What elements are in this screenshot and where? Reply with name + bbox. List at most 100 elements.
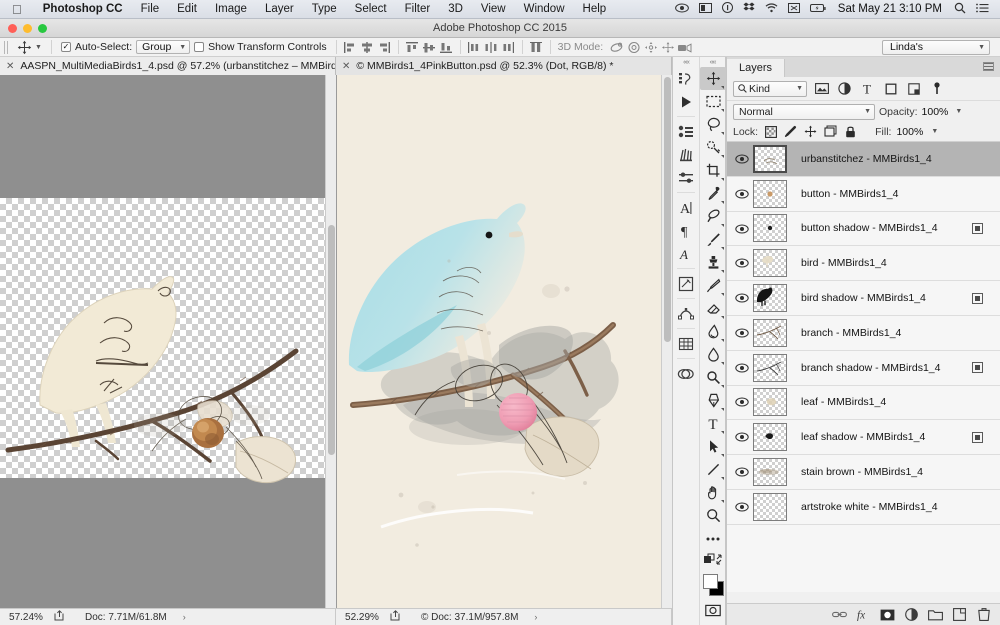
layer-row[interactable]: artstroke white - MMBirds1_4 <box>727 490 1000 525</box>
layer-thumbnail[interactable] <box>753 423 787 452</box>
layer-row[interactable]: urbanstitchez - MMBirds1_4 <box>727 142 1000 177</box>
options-bar-grip[interactable] <box>4 40 10 54</box>
layer-name[interactable]: button shadow - MMBirds1_4 <box>801 222 938 234</box>
layer-name[interactable]: button - MMBirds1_4 <box>801 188 898 200</box>
tool-more-triangle[interactable] <box>721 132 724 135</box>
menu-3d[interactable]: 3D <box>439 0 472 19</box>
layer-visibility-icon[interactable] <box>731 246 753 280</box>
screen-icon[interactable] <box>783 2 805 16</box>
right-canvas-vertical-scrollbar[interactable] <box>661 75 672 608</box>
tool-more-triangle[interactable] <box>721 178 724 181</box>
layer-row[interactable]: bird shadow - MMBirds1_4 <box>727 281 1000 316</box>
layer-list[interactable]: urbanstitchez - MMBirds1_4 button - MMBi… <box>727 142 1000 592</box>
list-menu-icon[interactable] <box>971 3 994 16</box>
chevron-right-icon[interactable]: › <box>183 612 186 622</box>
glyphs-panel-icon[interactable]: A <box>673 242 699 265</box>
layer-thumbnail[interactable] <box>753 388 787 417</box>
tool-more-triangle[interactable] <box>721 339 724 342</box>
tool-more-triangle[interactable] <box>721 270 724 273</box>
tab-layers[interactable]: Layers <box>727 59 786 77</box>
lock-position-icon[interactable] <box>803 124 818 139</box>
delete-layer-icon[interactable] <box>976 607 991 622</box>
tool-more-triangle[interactable] <box>721 385 724 388</box>
layer-row[interactable]: leaf shadow - MMBirds1_4 <box>727 420 1000 456</box>
adjustment-layer-filter-icon[interactable] <box>836 81 853 97</box>
lock-transparent-pixels-icon[interactable] <box>763 124 778 139</box>
layer-row[interactable]: leaf - MMBirds1_4 <box>727 386 1000 421</box>
layer-row[interactable]: stain brown - MMBirds1_4 <box>727 455 1000 490</box>
show-transform-controls-group[interactable]: Show Transform Controls <box>190 41 330 53</box>
layer-thumbnail[interactable] <box>753 492 787 521</box>
share-icon[interactable] <box>54 610 65 624</box>
edit-toolbar-ellipsis-icon[interactable] <box>700 527 726 550</box>
grid-panel-icon[interactable] <box>673 332 699 355</box>
layer-thumbnail[interactable] <box>753 284 787 313</box>
color-swatches[interactable] <box>700 571 726 599</box>
layer-visibility-icon[interactable] <box>731 490 753 524</box>
right-canvas[interactable] <box>336 75 672 608</box>
workspace-select[interactable]: Linda's ▼ <box>882 39 990 55</box>
align-vertical-centers-icon[interactable] <box>421 39 438 55</box>
menu-view[interactable]: View <box>472 0 515 19</box>
distribute-left-icon[interactable] <box>466 39 483 55</box>
dropbox-icon[interactable] <box>738 2 760 16</box>
left-canvas[interactable] <box>0 75 336 608</box>
actions-panel-icon[interactable] <box>673 272 699 295</box>
crop-tool-icon[interactable] <box>700 159 726 182</box>
layer-name[interactable]: stain brown - MMBirds1_4 <box>801 466 923 478</box>
layer-visibility-icon[interactable] <box>731 281 753 315</box>
tool-more-triangle[interactable] <box>721 155 724 158</box>
menu-edit[interactable]: Edit <box>168 0 206 19</box>
layer-thumbnail[interactable] <box>753 179 787 208</box>
brush-tool-icon[interactable] <box>700 228 726 251</box>
menu-layer[interactable]: Layer <box>256 0 303 19</box>
align-top-edges-icon[interactable] <box>404 39 421 55</box>
align-left-edges-icon[interactable] <box>342 39 359 55</box>
layer-name[interactable]: leaf - MMBirds1_4 <box>801 396 886 408</box>
apple-logo-icon[interactable]:  <box>12 3 22 16</box>
zoom-3d-camera-icon[interactable] <box>676 39 693 55</box>
add-layer-mask-icon[interactable] <box>880 607 895 622</box>
menu-file[interactable]: File <box>132 0 169 19</box>
battery-charging-icon[interactable] <box>805 3 831 16</box>
tool-more-triangle[interactable] <box>721 316 724 319</box>
lock-image-pixels-icon[interactable] <box>783 124 798 139</box>
hand-tool-icon[interactable] <box>700 481 726 504</box>
align-bottom-edges-icon[interactable] <box>438 39 455 55</box>
chevron-down-icon[interactable]: ▼ <box>35 44 42 51</box>
type-layer-filter-icon[interactable]: T <box>859 81 876 97</box>
tool-more-triangle[interactable] <box>721 86 724 89</box>
zoom-tool-icon[interactable] <box>700 504 726 527</box>
eraser-tool-icon[interactable] <box>700 297 726 320</box>
info-circle-icon[interactable] <box>717 2 738 16</box>
layer-thumbnail[interactable] <box>753 144 787 173</box>
menu-photoshop-cc[interactable]: Photoshop CC <box>34 0 132 19</box>
display-icon[interactable] <box>694 2 717 16</box>
move-tool-icon[interactable] <box>700 67 726 90</box>
dodge-tool-icon[interactable] <box>700 366 726 389</box>
paths-panel-icon[interactable] <box>673 302 699 325</box>
layer-row[interactable]: button - MMBirds1_4 <box>727 177 1000 212</box>
right-canvas-scroll-thumb[interactable] <box>664 77 671 342</box>
layer-row[interactable]: branch - MMBirds1_4 <box>727 316 1000 351</box>
spot-healing-brush-tool-icon[interactable] <box>700 205 726 228</box>
rectangular-marquee-tool-icon[interactable] <box>700 90 726 113</box>
layer-visibility-icon[interactable] <box>731 316 753 350</box>
layer-row[interactable]: branch shadow - MMBirds1_4 <box>727 351 1000 386</box>
tool-more-triangle[interactable] <box>721 454 724 457</box>
layer-comps-icon[interactable] <box>673 362 699 385</box>
menu-help[interactable]: Help <box>574 0 616 19</box>
auto-select-scope-dropdown[interactable]: Group ▼ <box>136 40 191 54</box>
layer-visibility-icon[interactable] <box>731 177 753 211</box>
properties-panel-icon[interactable] <box>673 120 699 143</box>
pen-tool-icon[interactable] <box>700 389 726 412</box>
chevron-right-icon[interactable]: › <box>534 612 537 622</box>
workspace-dropdown[interactable]: Linda's ▼ <box>882 39 990 55</box>
panel-menu-icon[interactable] <box>983 62 994 71</box>
distribute-right-icon[interactable] <box>500 39 517 55</box>
distribute-horizontal-centers-icon[interactable] <box>483 39 500 55</box>
auto-select-checkbox-group[interactable]: ✓ Auto-Select: <box>57 41 136 53</box>
tool-more-triangle[interactable] <box>721 224 724 227</box>
fill-value[interactable]: 100% <box>896 126 923 138</box>
layer-name[interactable]: branch - MMBirds1_4 <box>801 327 901 339</box>
